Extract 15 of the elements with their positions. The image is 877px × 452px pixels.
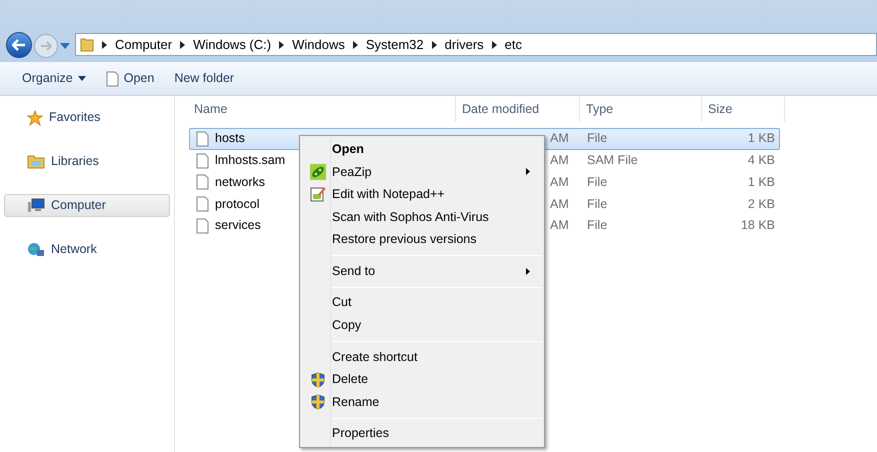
date-cell: AM (550, 153, 569, 168)
size-cell: 2 KB (748, 196, 775, 211)
size-cell: 4 KB (748, 153, 775, 168)
date-cell: AM (550, 196, 569, 211)
size-cell: 1 KB (748, 174, 775, 189)
type-cell: File (587, 218, 608, 232)
type-cell: File (587, 174, 608, 189)
type-cell: SAM File (587, 153, 638, 168)
date-cell: AM (550, 131, 569, 146)
type-cell: File (587, 131, 608, 146)
type-cell: File (587, 196, 608, 211)
date-cell: AM (550, 174, 569, 189)
date-cell: AM (550, 218, 569, 232)
size-cell: 1 KB (748, 131, 775, 146)
size-cell: 18 KB (740, 218, 775, 232)
